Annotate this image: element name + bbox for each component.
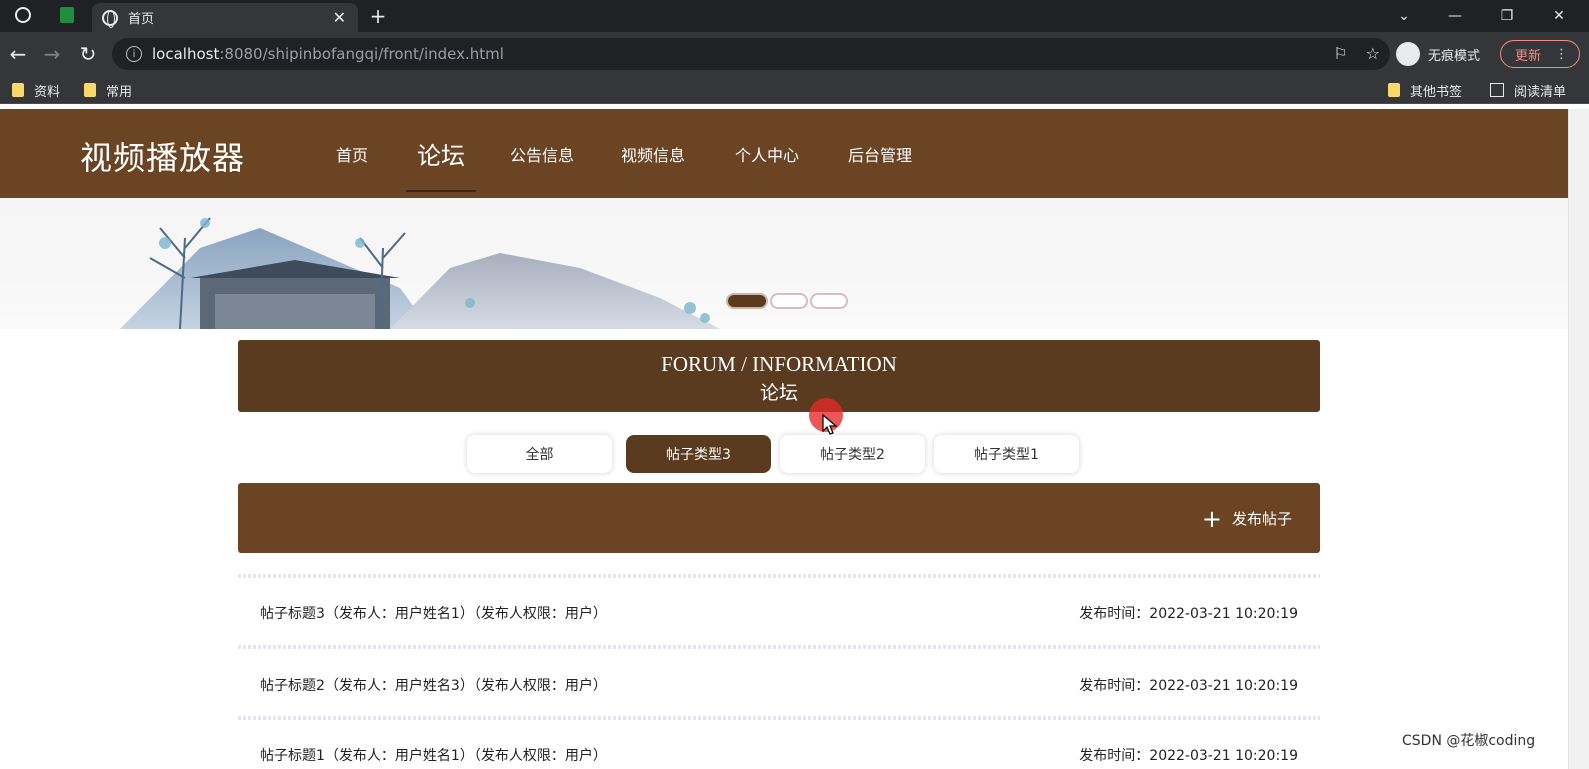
post-time: 发布时间：2022-03-21 10:20:19 <box>1079 606 1298 622</box>
filter-all[interactable]: 全部 <box>467 435 612 473</box>
folder-icon <box>12 83 24 97</box>
browser-toolbar: ← → ↻ i localhost:8080/shipinbofangqi/fr… <box>0 32 1589 76</box>
incognito-icon <box>1396 42 1420 66</box>
bookmark-label: 阅读清单 <box>1514 84 1567 100</box>
more-menu-icon[interactable]: ⋮ <box>1555 47 1568 62</box>
tab-close-icon[interactable]: ✕ <box>333 8 346 27</box>
page-scrollbar[interactable] <box>1568 109 1589 769</box>
bookmark-label: 其他书签 <box>1410 84 1463 100</box>
globe-icon <box>102 9 118 28</box>
site-title: 视频播放器 <box>80 139 246 177</box>
forward-button[interactable]: → <box>38 40 66 68</box>
site-header: 视频播放器 首页 论坛 公告信息 视频信息 个人中心 后台管理 <box>0 109 1568 198</box>
nav-item-announcements[interactable]: 公告信息 <box>500 109 584 198</box>
bookmark-star-icon[interactable]: ☆ <box>1366 44 1380 63</box>
publish-label: 发布帖子 <box>1231 510 1292 528</box>
list-divider <box>238 645 1320 649</box>
site-info-icon[interactable]: i <box>126 46 142 62</box>
nav-item-profile[interactable]: 个人中心 <box>725 109 809 198</box>
browser-tab-bar: 首页 ✕ + ⌄ — ❐ ✕ <box>0 0 1589 32</box>
reload-button[interactable]: ↻ <box>74 40 102 68</box>
tab-title: 首页 <box>128 12 155 27</box>
nav-label: 首页 <box>335 145 368 165</box>
bookmarks-bar: 资料 常用 其他书签 阅读清单 <box>0 76 1589 104</box>
incognito-indicator[interactable]: 无痕模式 <box>1396 40 1480 68</box>
post-list-item[interactable]: 帖子标题3（发布人：用户姓名1）（发布人权限：用户） 发布时间：2022-03-… <box>260 603 1300 627</box>
update-button[interactable]: 更新 ⋮ <box>1500 40 1580 68</box>
nav-item-home[interactable]: 首页 <box>326 109 378 198</box>
bookmark-folder[interactable]: 资料 <box>12 80 60 100</box>
post-title[interactable]: 帖子标题1（发布人：用户姓名1）（发布人权限：用户） <box>260 745 607 765</box>
section-title-en: FORUM / INFORMATION <box>661 352 897 376</box>
post-time: 发布时间：2022-03-21 10:20:19 <box>1079 678 1298 694</box>
web-page: 视频播放器 首页 论坛 公告信息 视频信息 个人中心 后台管理 FORUM / … <box>0 109 1568 769</box>
address-bar[interactable]: i localhost:8080/shipinbofangqi/front/in… <box>112 38 1390 70</box>
forum-section-title: FORUM / INFORMATION 论坛 <box>238 340 1320 412</box>
carousel-dots <box>728 295 846 307</box>
list-divider <box>238 574 1320 578</box>
post-list-item[interactable]: 帖子标题1（发布人：用户姓名1）（发布人权限：用户） 发布时间：2022-03-… <box>260 745 1300 769</box>
tab-search-chevron-icon[interactable]: ⌄ <box>1392 0 1416 32</box>
nav-label: 论坛 <box>417 142 465 170</box>
nav-label: 视频信息 <box>620 145 685 165</box>
filter-type-2[interactable]: 帖子类型2 <box>780 435 925 473</box>
filter-label: 全部 <box>525 447 554 463</box>
banner-landscape-image <box>120 217 720 329</box>
folder-icon <box>1388 83 1400 97</box>
nav-item-admin[interactable]: 后台管理 <box>838 109 922 198</box>
plus-icon: + <box>1201 504 1222 533</box>
category-filters: 全部 帖子类型3 帖子类型2 帖子类型1 <box>0 435 1568 473</box>
nav-label: 公告信息 <box>509 145 574 165</box>
update-label: 更新 <box>1515 48 1542 64</box>
incognito-label: 无痕模式 <box>1428 48 1481 64</box>
post-title[interactable]: 帖子标题2（发布人：用户姓名3）（发布人权限：用户） <box>260 675 607 695</box>
carousel-dot[interactable] <box>812 295 846 307</box>
window-close-button[interactable]: ✕ <box>1544 0 1574 32</box>
forum-action-bar: + 发布帖子 <box>238 483 1320 553</box>
reading-list-icon <box>1490 83 1504 97</box>
list-divider <box>238 716 1320 720</box>
folder-icon <box>84 83 96 97</box>
filter-label: 帖子类型3 <box>666 447 731 463</box>
nav-label: 后台管理 <box>847 145 912 165</box>
nav-item-videos[interactable]: 视频信息 <box>611 109 695 198</box>
bookmark-folder[interactable]: 常用 <box>84 80 132 100</box>
reading-list[interactable]: 阅读清单 <box>1490 80 1566 100</box>
carousel-dot[interactable] <box>728 295 766 307</box>
bookmark-label: 常用 <box>106 84 133 100</box>
url-host: localhost <box>152 45 220 63</box>
watermark: CSDN @花椒coding <box>1402 733 1536 749</box>
pinned-tab-globe[interactable] <box>12 4 34 26</box>
filter-label: 帖子类型2 <box>820 447 885 463</box>
filter-type-1[interactable]: 帖子类型1 <box>934 435 1079 473</box>
post-time: 发布时间：2022-03-21 10:20:19 <box>1079 748 1298 764</box>
minimize-button[interactable]: — <box>1440 0 1470 32</box>
post-list-item[interactable]: 帖子标题2（发布人：用户姓名3）（发布人权限：用户） 发布时间：2022-03-… <box>260 675 1300 699</box>
mouse-cursor-icon <box>822 414 838 435</box>
spreadsheet-icon <box>60 7 74 23</box>
back-button[interactable]: ← <box>4 40 32 68</box>
banner-carousel[interactable] <box>0 198 1568 329</box>
carousel-dot[interactable] <box>772 295 806 307</box>
filter-type-3[interactable]: 帖子类型3 <box>626 435 771 473</box>
url-path: :8080/shipinbofangqi/front/index.html <box>219 45 504 63</box>
other-bookmarks[interactable]: 其他书签 <box>1388 80 1462 100</box>
nav-item-forum[interactable]: 论坛 <box>406 109 476 198</box>
active-tab[interactable]: 首页 ✕ <box>92 3 358 32</box>
blocked-popup-icon[interactable]: ⚐ <box>1333 44 1347 63</box>
filter-label: 帖子类型1 <box>974 447 1039 463</box>
restore-button[interactable]: ❐ <box>1492 0 1522 32</box>
section-title-cn: 论坛 <box>759 382 798 404</box>
bookmark-label: 资料 <box>34 84 61 100</box>
post-title[interactable]: 帖子标题3（发布人：用户姓名1）（发布人权限：用户） <box>260 603 607 623</box>
nav-label: 个人中心 <box>734 145 799 165</box>
publish-post-button[interactable]: + 发布帖子 <box>1201 504 1292 533</box>
globe-icon <box>15 7 31 23</box>
new-tab-button[interactable]: + <box>366 0 390 32</box>
pinned-tab-sheets[interactable] <box>56 4 78 26</box>
